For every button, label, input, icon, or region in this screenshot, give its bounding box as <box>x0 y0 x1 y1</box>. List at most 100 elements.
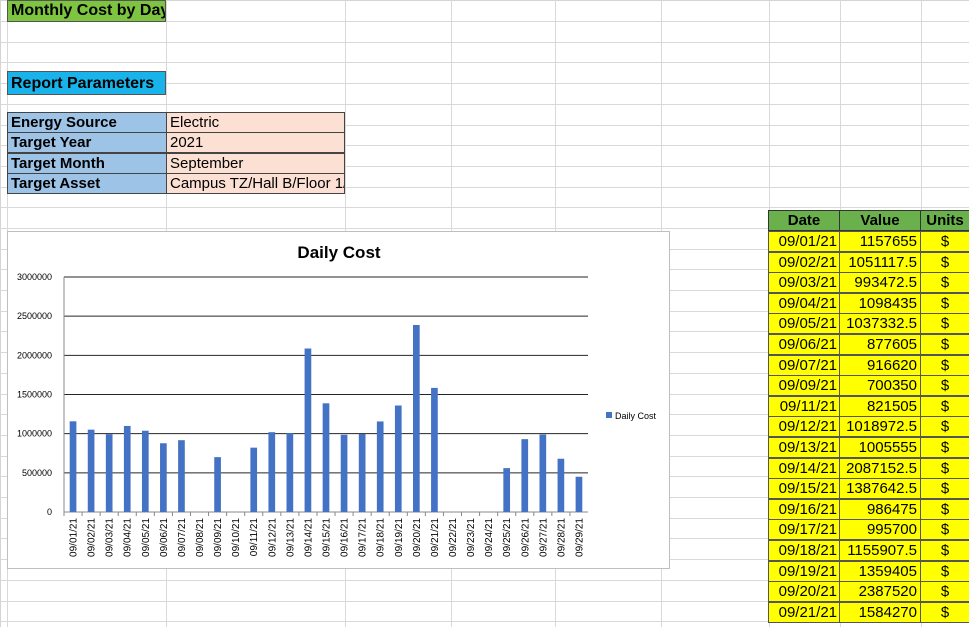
x-tick-label: 09/01/21 <box>69 518 80 557</box>
param-label-target-month[interactable]: Target Month <box>7 153 167 174</box>
x-tick-label: 09/26/21 <box>520 518 531 557</box>
table-cell-date[interactable]: 09/11/21 <box>768 395 840 417</box>
sheet-title[interactable]: Monthly Cost by Day <box>7 0 166 22</box>
table-cell-date[interactable]: 09/16/21 <box>768 498 840 520</box>
table-cell-units[interactable]: $ <box>920 251 969 273</box>
table-cell-value[interactable]: 1098435 <box>839 292 921 314</box>
table-cell-value[interactable]: 995700 <box>839 519 921 541</box>
table-cell-value[interactable]: 993472.5 <box>839 272 921 294</box>
table-cell-value[interactable]: 1584270 <box>839 601 921 623</box>
table-cell-value[interactable]: 700350 <box>839 375 921 397</box>
table-cell-value[interactable]: 2387520 <box>839 581 921 603</box>
param-label-energy-source[interactable]: Energy Source <box>7 112 167 133</box>
param-label-target-asset[interactable]: Target Asset <box>7 173 167 194</box>
legend-label: Daily Cost <box>615 411 657 421</box>
x-tick-label: 09/24/21 <box>484 518 495 557</box>
bar <box>286 433 294 512</box>
table-cell-units[interactable]: $ <box>920 272 969 294</box>
table-cell-units[interactable]: $ <box>920 375 969 397</box>
table-cell-value[interactable]: 2087152.5 <box>839 457 921 479</box>
bar <box>141 430 149 512</box>
x-tick-label: 09/03/21 <box>105 518 116 557</box>
table-cell-units[interactable]: $ <box>920 519 969 541</box>
x-tick-label: 09/08/21 <box>195 518 206 557</box>
param-value-target-year[interactable]: 2021 <box>166 132 345 153</box>
param-label-target-year[interactable]: Target Year <box>7 132 167 153</box>
param-value-target-asset[interactable]: Campus TZ/Hall B/Floor 1/ <box>166 173 345 194</box>
table-cell-date[interactable]: 09/15/21 <box>768 478 840 500</box>
table-cell-units[interactable]: $ <box>920 395 969 417</box>
table-cell-date[interactable]: 09/20/21 <box>768 581 840 603</box>
table-cell-date[interactable]: 09/06/21 <box>768 334 840 355</box>
table-cell-units[interactable]: $ <box>920 498 969 520</box>
table-header-value[interactable]: Value <box>839 210 921 231</box>
table-cell-units[interactable]: $ <box>920 581 969 603</box>
table-cell-value[interactable]: 916620 <box>839 354 921 376</box>
table-cell-date[interactable]: 09/12/21 <box>768 416 840 438</box>
table-cell-units[interactable]: $ <box>920 231 969 252</box>
table-cell-date[interactable]: 09/14/21 <box>768 457 840 479</box>
table-cell-date[interactable]: 09/05/21 <box>768 313 840 335</box>
x-tick-label: 09/06/21 <box>159 518 170 557</box>
table-cell-value[interactable]: 821505 <box>839 395 921 417</box>
x-tick-label: 09/12/21 <box>267 518 278 557</box>
table-cell-date[interactable]: 09/01/21 <box>768 231 840 252</box>
y-tick-label: 0 <box>47 507 52 517</box>
table-cell-units[interactable]: $ <box>920 292 969 314</box>
table-cell-value[interactable]: 877605 <box>839 334 921 355</box>
table-cell-value[interactable]: 1051117.5 <box>839 251 921 273</box>
table-cell-units[interactable]: $ <box>920 540 969 561</box>
table-cell-date[interactable]: 09/21/21 <box>768 601 840 623</box>
x-tick-label: 09/10/21 <box>231 518 242 557</box>
table-cell-units[interactable]: $ <box>920 478 969 500</box>
table-cell-date[interactable]: 09/03/21 <box>768 272 840 294</box>
table-cell-units[interactable]: $ <box>920 560 969 582</box>
param-value-target-month[interactable]: September <box>166 153 345 174</box>
daily-cost-chart[interactable]: Daily Cost 0 500000 1000000 1500000 2000000 25… <box>7 231 670 569</box>
grid-row-line <box>0 104 969 105</box>
bar <box>250 447 258 512</box>
x-tick-label: 09/15/21 <box>322 518 333 557</box>
table-cell-units[interactable]: $ <box>920 416 969 438</box>
table-cell-units[interactable]: $ <box>920 313 969 335</box>
table-cell-value[interactable]: 1155907.5 <box>839 540 921 561</box>
x-tick-label: 09/23/21 <box>466 518 477 557</box>
table-cell-date[interactable]: 09/02/21 <box>768 251 840 273</box>
x-tick-label: 09/05/21 <box>141 518 152 557</box>
table-cell-date[interactable]: 09/09/21 <box>768 375 840 397</box>
table-cell-date[interactable]: 09/04/21 <box>768 292 840 314</box>
table-cell-date[interactable]: 09/13/21 <box>768 437 840 458</box>
x-tick-label: 09/28/21 <box>556 518 567 557</box>
table-cell-date[interactable]: 09/18/21 <box>768 540 840 561</box>
table-cell-value[interactable]: 1037332.5 <box>839 313 921 335</box>
table-header-units[interactable]: Units <box>920 210 969 231</box>
table-cell-units[interactable]: $ <box>920 354 969 376</box>
x-tick-label: 09/22/21 <box>448 518 459 557</box>
table-cell-units[interactable]: $ <box>920 334 969 355</box>
table-cell-units[interactable]: $ <box>920 601 969 623</box>
bar <box>87 429 95 512</box>
table-cell-value[interactable]: 986475 <box>839 498 921 520</box>
table-cell-value[interactable]: 1359405 <box>839 560 921 582</box>
grid-row-line <box>0 207 969 208</box>
x-tick-label: 09/07/21 <box>177 518 188 557</box>
report-parameters-header[interactable]: Report Parameters <box>7 71 166 95</box>
table-cell-date[interactable]: 09/07/21 <box>768 354 840 376</box>
param-value-energy-source[interactable]: Electric <box>166 112 345 133</box>
bar <box>160 443 167 512</box>
bar <box>376 421 384 512</box>
bar <box>539 434 547 512</box>
table-cell-value[interactable]: 1005555 <box>839 437 921 458</box>
table-cell-date[interactable]: 09/19/21 <box>768 560 840 582</box>
table-header-date[interactable]: Date <box>768 210 840 231</box>
x-tick-label: 09/21/21 <box>430 518 441 557</box>
table-cell-units[interactable]: $ <box>920 457 969 479</box>
bar <box>69 421 77 512</box>
table-cell-value[interactable]: 1387642.5 <box>839 478 921 500</box>
table-cell-value[interactable]: 1018972.5 <box>839 416 921 438</box>
table-cell-units[interactable]: $ <box>920 437 969 458</box>
x-tick-label: 09/18/21 <box>376 518 387 557</box>
bar <box>123 425 131 512</box>
table-cell-value[interactable]: 1157655 <box>839 231 921 252</box>
table-cell-date[interactable]: 09/17/21 <box>768 519 840 541</box>
